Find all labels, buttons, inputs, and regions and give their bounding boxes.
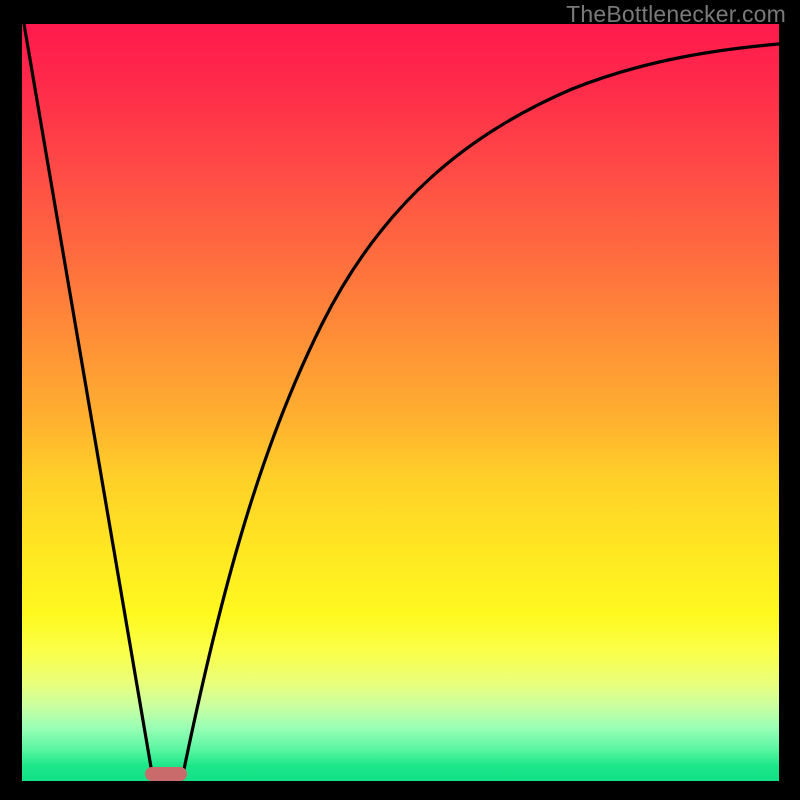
optimal-marker xyxy=(145,767,187,781)
curve-left-segment xyxy=(24,24,153,779)
curve-right-segment xyxy=(182,44,779,779)
chart-curve xyxy=(22,24,779,781)
chart-area xyxy=(22,24,779,781)
